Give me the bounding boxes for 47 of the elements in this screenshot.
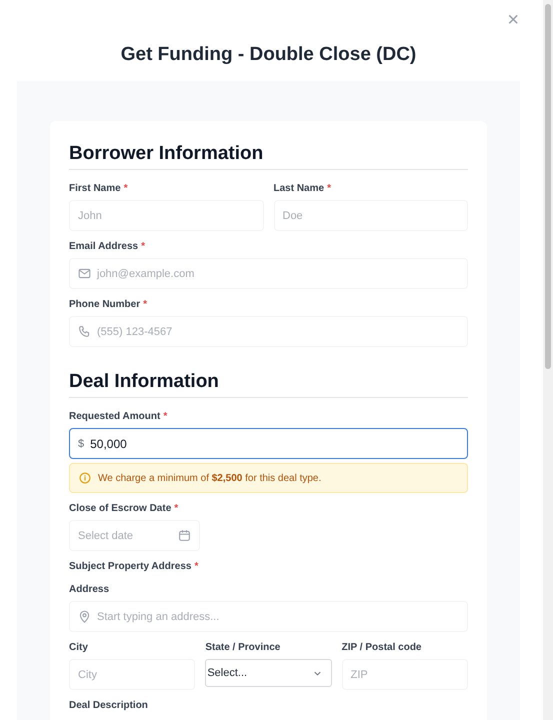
currency-prefix: $ xyxy=(78,438,84,450)
address-field[interactable]: Start typing an address... xyxy=(69,601,468,632)
field-label: Phone Number xyxy=(69,299,140,310)
field-label: Deal Description xyxy=(69,700,148,711)
required-mark: * xyxy=(141,241,146,252)
date-field[interactable]: Select date xyxy=(69,520,200,551)
field-label: Subject Property Address xyxy=(69,561,192,572)
required-mark: * xyxy=(143,299,148,310)
dialog-title: Get Funding - Double Close (DC) xyxy=(120,44,418,66)
field-label: Email Address xyxy=(69,241,138,252)
section-heading: Deal Information xyxy=(69,371,468,398)
phone-icon xyxy=(78,325,91,338)
section-heading: Borrower Information xyxy=(69,143,468,170)
text-field[interactable]: ZIP xyxy=(342,659,468,690)
scrollbar[interactable] xyxy=(543,0,553,720)
close-button[interactable]: × xyxy=(505,10,521,30)
info-icon xyxy=(79,472,91,484)
notice-text: We charge a minimum of $2,500 for this deal type. xyxy=(98,472,322,484)
required-mark: * xyxy=(194,561,198,572)
required-mark: * xyxy=(163,411,168,422)
field-label: Last Name xyxy=(274,183,324,194)
text-field[interactable]: City xyxy=(69,659,196,690)
field-label: First Name xyxy=(69,183,121,194)
mail-icon xyxy=(78,267,91,280)
field-label: ZIP / Postal code xyxy=(342,642,422,653)
text-field[interactable]: Doe xyxy=(274,200,468,231)
state-select[interactable]: Select... xyxy=(205,659,332,687)
placeholder-text: Select date xyxy=(78,530,134,542)
field-label: State / Province xyxy=(205,642,280,653)
select-value: Select... xyxy=(207,667,248,679)
phone-field[interactable]: (555) 123-4567 xyxy=(69,316,468,347)
field-label: Address xyxy=(69,584,110,595)
calendar-icon xyxy=(178,529,191,542)
placeholder-text: Start typing an address... xyxy=(97,610,220,622)
text-field[interactable]: John xyxy=(69,200,264,231)
field-label: City xyxy=(69,642,88,653)
location-pin-icon xyxy=(78,610,91,623)
required-mark: * xyxy=(174,503,178,514)
field-value: 50,000 xyxy=(90,436,128,450)
placeholder-text: (555) 123-4567 xyxy=(97,326,174,338)
amount-field[interactable]: $ 50,000 xyxy=(69,428,468,459)
field-label: Close of Escrow Date xyxy=(69,503,172,514)
required-mark: * xyxy=(124,183,128,194)
email-field[interactable]: john@example.com xyxy=(69,258,468,289)
placeholder-text: john@example.com xyxy=(97,268,196,280)
required-mark: * xyxy=(327,183,331,194)
field-label: Requested Amount xyxy=(69,411,160,422)
